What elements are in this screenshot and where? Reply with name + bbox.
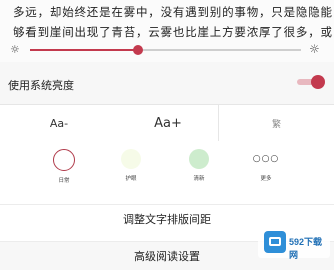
reader-text-area: 多远，却始终还是在雾中，没有遇到别的事物，只是隐隐能 够看到崖间出现了青苔，云雾… bbox=[0, 0, 334, 38]
theme-day-button[interactable]: 日常 bbox=[39, 149, 89, 185]
monitor-icon bbox=[264, 231, 286, 253]
brightness-slider-thumb[interactable] bbox=[133, 45, 144, 55]
font-size-row: Aa- Aa+ 繁 bbox=[0, 104, 334, 142]
watermark: 592下载网 bbox=[258, 226, 330, 260]
brightness-slider-row: ☼ ☼ bbox=[0, 38, 334, 62]
brightness-slider-fill bbox=[30, 49, 139, 51]
toggle-knob bbox=[311, 75, 325, 89]
font-increase-button[interactable]: Aa+ bbox=[118, 105, 219, 141]
reader-text-line: 够看到崖间出现了青苔，云雾也比崖上方要浓厚了很多，或 bbox=[13, 25, 333, 38]
theme-eye-care-button[interactable]: 护眼 bbox=[106, 149, 156, 183]
more-dots-icon: ○○○ bbox=[252, 154, 280, 164]
theme-label: 日常 bbox=[58, 178, 70, 184]
system-brightness-toggle[interactable] bbox=[297, 75, 325, 89]
font-decrease-button[interactable]: Aa- bbox=[0, 105, 118, 141]
brightness-low-icon: ☼ bbox=[10, 43, 20, 56]
watermark-text: 592下载网 bbox=[289, 237, 323, 260]
theme-fresh-button[interactable]: 清新 bbox=[174, 149, 224, 183]
brightness-slider[interactable] bbox=[30, 45, 301, 55]
system-brightness-row[interactable]: 使用系统亮度 bbox=[0, 62, 334, 104]
theme-fresh-swatch bbox=[189, 149, 209, 169]
theme-row: 日常 护眼 清新 ○○○ 更多 bbox=[0, 141, 334, 197]
theme-label: 更多 bbox=[260, 176, 272, 182]
theme-label: 清新 bbox=[193, 176, 205, 182]
brightness-high-icon: ☼ bbox=[309, 42, 320, 56]
system-brightness-label: 使用系统亮度 bbox=[8, 79, 74, 92]
reader-text-line: 多远，却始终还是在雾中，没有遇到别的事物，只是隐隐能 bbox=[13, 5, 333, 19]
traditional-chinese-button[interactable]: 繁 bbox=[219, 105, 334, 141]
theme-label: 护眼 bbox=[125, 176, 137, 182]
theme-day-swatch bbox=[53, 149, 75, 171]
theme-more-button[interactable]: ○○○ 更多 bbox=[241, 149, 291, 183]
theme-eye-care-swatch bbox=[121, 149, 141, 169]
